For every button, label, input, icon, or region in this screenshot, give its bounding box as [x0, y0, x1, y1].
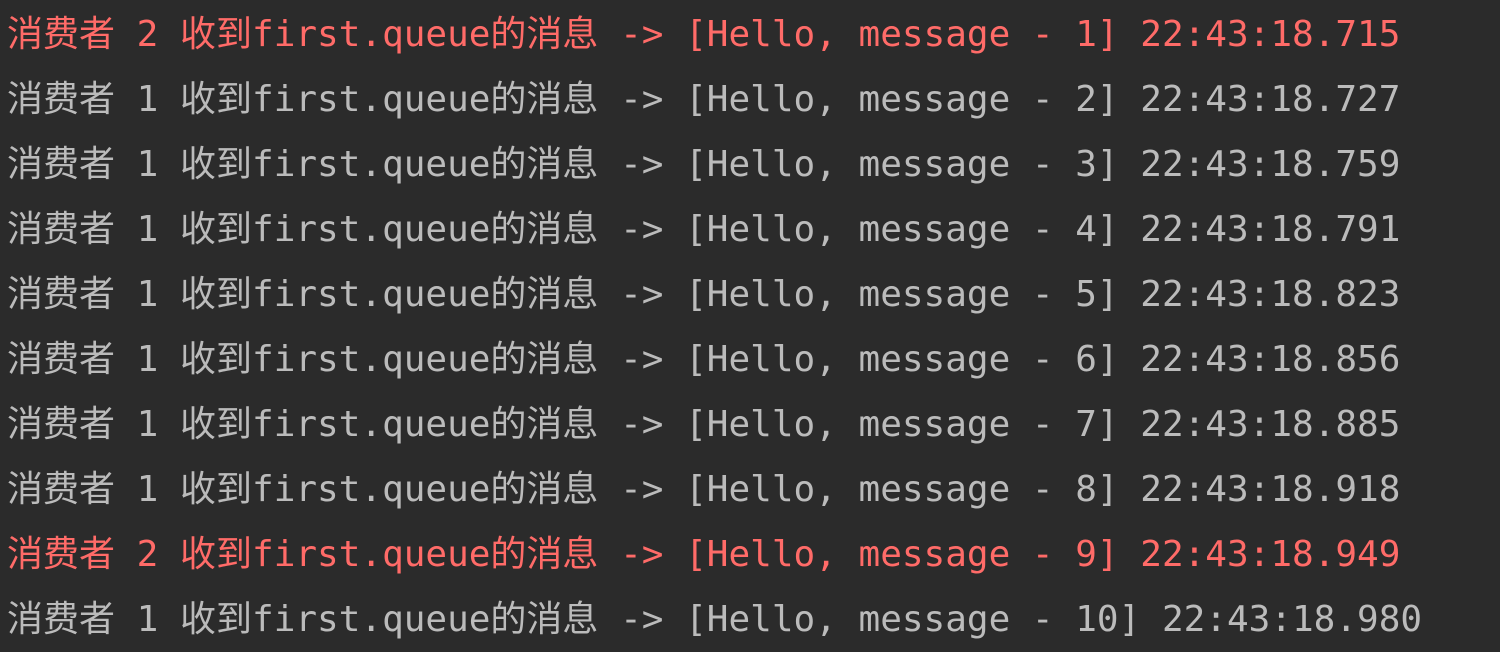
- console-line: 消费者 1 收到first.queue的消息 -> [Hello, messag…: [7, 404, 1401, 445]
- console-line: 消费者 1 收到first.queue的消息 -> [Hello, messag…: [7, 339, 1401, 380]
- console-line: 消费者 1 收到first.queue的消息 -> [Hello, messag…: [7, 599, 1423, 640]
- console-line: 消费者 2 收到first.queue的消息 -> [Hello, messag…: [7, 14, 1401, 55]
- console-line: 消费者 1 收到first.queue的消息 -> [Hello, messag…: [7, 209, 1401, 250]
- console-line: 消费者 1 收到first.queue的消息 -> [Hello, messag…: [7, 79, 1401, 120]
- console-output[interactable]: 消费者 2 收到first.queue的消息 -> [Hello, messag…: [0, 0, 1500, 642]
- console-line: 消费者 1 收到first.queue的消息 -> [Hello, messag…: [7, 274, 1401, 315]
- console-line: 消费者 2 收到first.queue的消息 -> [Hello, messag…: [7, 534, 1401, 575]
- console-line: 消费者 1 收到first.queue的消息 -> [Hello, messag…: [7, 144, 1401, 185]
- console-line: 消费者 1 收到first.queue的消息 -> [Hello, messag…: [7, 469, 1401, 510]
